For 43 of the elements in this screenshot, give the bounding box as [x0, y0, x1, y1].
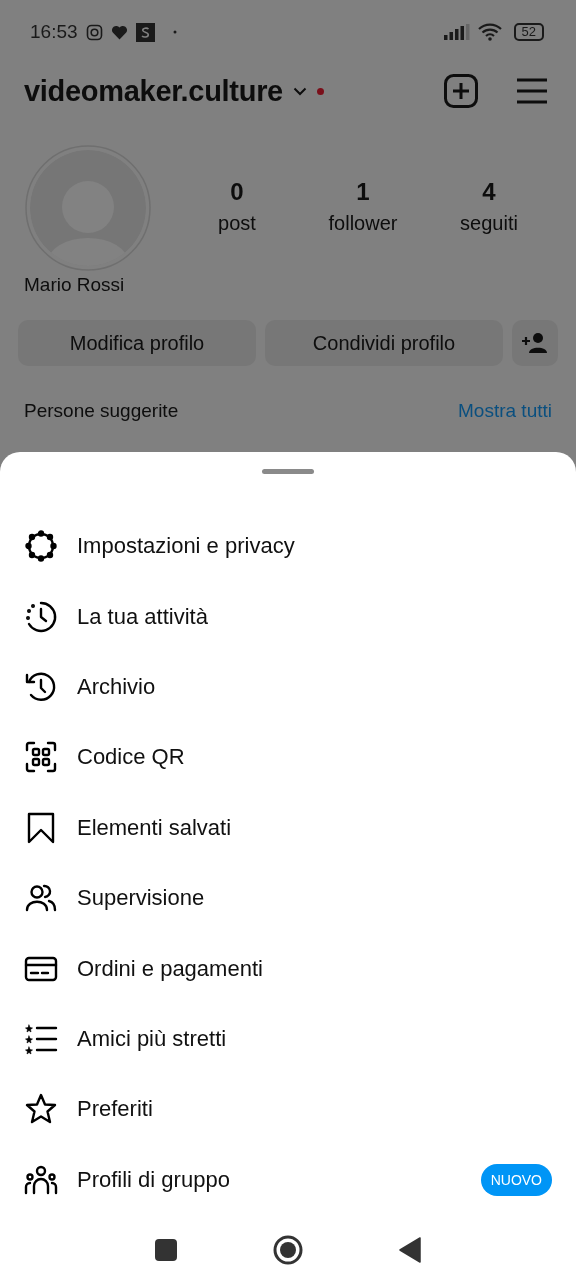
menu-item[interactable]: Elementi salvati	[0, 792, 576, 863]
menu-item[interactable]: Ordini e pagamenti	[0, 933, 576, 1004]
stat-value[interactable]: 4	[482, 178, 496, 206]
username[interactable]: videomaker.culture	[24, 74, 283, 108]
activity-clock-icon	[24, 599, 58, 634]
notification-dot-icon	[316, 87, 324, 95]
qr-code-icon	[24, 740, 58, 775]
battery-level: 52	[513, 23, 544, 41]
home-circle-icon[interactable]	[273, 1234, 303, 1265]
wifi-icon	[477, 23, 502, 41]
menu-item[interactable]: Profili di gruppo NUOVO	[0, 1144, 576, 1215]
menu-item[interactable]: Supervisione	[0, 862, 576, 934]
stat-label[interactable]: post	[218, 212, 256, 235]
menu-icon[interactable]	[516, 78, 548, 104]
add-icon[interactable]	[444, 74, 478, 108]
stat-value[interactable]: 0	[230, 178, 244, 206]
new-badge: NUOVO	[480, 1163, 552, 1196]
chevron-down-icon[interactable]	[292, 86, 307, 96]
section-title: Persone suggerite	[24, 400, 179, 422]
gear-icon	[24, 529, 58, 564]
menu-item[interactable]: Archivio	[0, 651, 576, 723]
app-square-icon	[135, 22, 155, 42]
add-person-button[interactable]	[512, 320, 558, 366]
camera-icon	[85, 23, 103, 41]
profile-button[interactable]: Condividi profilo	[265, 320, 503, 366]
dot-icon	[172, 30, 177, 34]
menu-item[interactable]: Impostazioni e privacy	[0, 511, 576, 582]
home-square-icon[interactable]	[155, 1238, 177, 1261]
menu-item[interactable]: Preferiti	[0, 1074, 576, 1145]
stat-label[interactable]: seguiti	[460, 212, 518, 235]
profile-name: Mario Rossi	[24, 274, 126, 296]
drag-handle[interactable]	[262, 469, 314, 474]
menu-item[interactable]: Codice QR	[0, 722, 576, 793]
menu-item[interactable]: La tua attività	[0, 581, 576, 652]
signal-icon	[443, 24, 470, 40]
status-time: 16:53	[30, 21, 78, 43]
heart-icon	[110, 24, 128, 40]
add-person-icon	[522, 333, 548, 353]
stat-value[interactable]: 1	[356, 178, 370, 206]
menu-item[interactable]: Amici più stretti	[0, 1003, 576, 1075]
back-icon[interactable]	[399, 1236, 421, 1263]
stat-label[interactable]: follower	[328, 212, 398, 235]
profile-button[interactable]: Modifica profilo	[18, 320, 256, 366]
